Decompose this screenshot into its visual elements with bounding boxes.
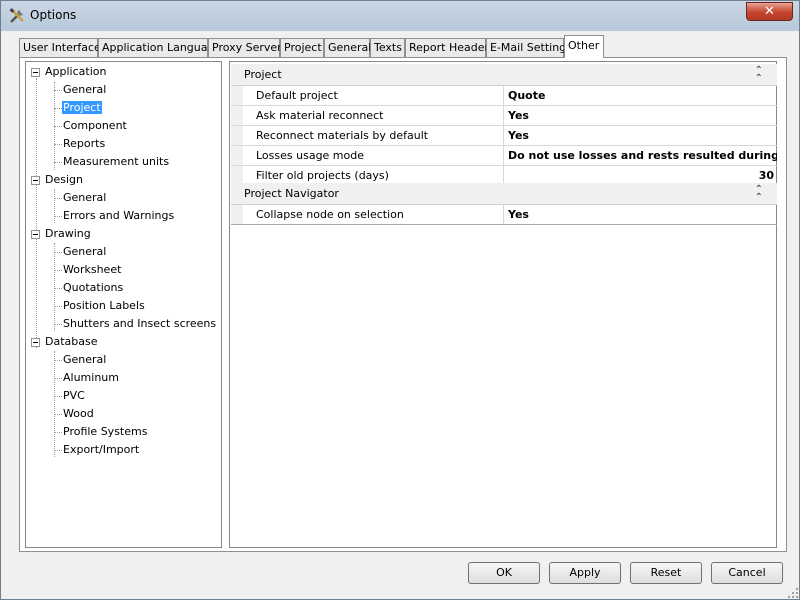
tools-icon <box>9 8 24 23</box>
tree-node-design[interactable]: Design <box>45 172 83 188</box>
property-name: Losses usage mode <box>256 149 365 162</box>
tree-node-application[interactable]: Application <box>45 64 106 80</box>
property-value[interactable]: Yes <box>503 106 777 125</box>
tree-node-database[interactable]: Database <box>45 334 98 350</box>
tree-node-database-wood[interactable]: Wood <box>63 406 94 422</box>
property-value[interactable]: Quote <box>503 86 777 105</box>
tree-node-database-profile-systems[interactable]: Profile Systems <box>63 424 147 440</box>
tree-node-application-reports[interactable]: Reports <box>63 136 105 152</box>
tree-node-database-pvc[interactable]: PVC <box>63 388 85 404</box>
property-row[interactable]: Reconnect materials by default Yes <box>231 126 777 146</box>
property-value[interactable]: Yes <box>503 205 777 224</box>
property-value[interactable]: Yes <box>503 126 777 145</box>
property-row[interactable]: Default project Quote <box>231 86 777 106</box>
resize-grip-icon[interactable] <box>787 587 799 599</box>
ok-button[interactable]: OK <box>468 562 540 584</box>
property-row[interactable]: Collapse node on selection Yes <box>231 205 777 225</box>
collapse-design-toggle[interactable] <box>31 176 40 185</box>
tree-node-drawing-position-labels[interactable]: Position Labels <box>63 298 145 314</box>
tree-node-database-export-import[interactable]: Export/Import <box>63 442 139 458</box>
tree-node-application-measurement-units[interactable]: Measurement units <box>63 154 169 170</box>
reset-button[interactable]: Reset <box>630 562 702 584</box>
grid-divider <box>231 224 777 225</box>
apply-button[interactable]: Apply <box>549 562 621 584</box>
category-label: Project Navigator <box>244 187 339 200</box>
tab-report-header[interactable]: Report Header <box>405 38 489 57</box>
property-row[interactable]: Losses usage mode Do not use losses and … <box>231 146 777 166</box>
tab-other[interactable]: Other <box>564 35 604 58</box>
collapse-application-toggle[interactable] <box>31 68 40 77</box>
category-project[interactable]: Project ⌃ ⌃ <box>231 64 777 86</box>
category-label: Project <box>244 68 282 81</box>
tree-node-database-aluminum[interactable]: Aluminum <box>63 370 119 386</box>
tree-node-drawing-quotations[interactable]: Quotations <box>63 280 123 296</box>
property-name: Collapse node on selection <box>256 208 404 221</box>
tab-application-language[interactable]: Application Language <box>98 38 221 57</box>
collapse-database-toggle[interactable] <box>31 338 40 347</box>
tree-node-drawing[interactable]: Drawing <box>45 226 91 242</box>
tree-node-application-general[interactable]: General <box>63 82 106 98</box>
tree-node-design-errors-warnings[interactable]: Errors and Warnings <box>63 208 174 224</box>
property-name: Default project <box>256 89 338 102</box>
property-grid: Project ⌃ ⌃ Default project Quote Ask mat… <box>229 61 777 548</box>
tree-node-application-project[interactable]: Project <box>62 100 102 116</box>
tab-email-settings[interactable]: E-Mail Settings <box>486 38 572 57</box>
tab-general[interactable]: General <box>324 38 371 57</box>
cancel-button[interactable]: Cancel <box>711 562 783 584</box>
tree-node-drawing-shutters[interactable]: Shutters and Insect screens <box>63 316 216 332</box>
options-tree[interactable]: Application General Project Component Re… <box>25 61 222 548</box>
tree-node-application-component[interactable]: Component <box>63 118 127 134</box>
tab-project[interactable]: Project <box>280 38 324 57</box>
options-window: Options ✕ User Interface Application Lan… <box>0 0 800 600</box>
property-name: Ask material reconnect <box>256 109 384 122</box>
collapse-icon[interactable]: ⌃ ⌃ <box>755 185 763 203</box>
tab-texts[interactable]: Texts <box>370 38 405 57</box>
tree-node-database-general[interactable]: General <box>63 352 106 368</box>
tab-proxy-server[interactable]: Proxy Server <box>208 38 282 57</box>
collapse-icon[interactable]: ⌃ ⌃ <box>755 66 763 84</box>
close-icon: ✕ <box>764 4 775 19</box>
property-row[interactable]: Ask material reconnect Yes <box>231 106 777 126</box>
property-value[interactable]: Do not use losses and rests resulted dur… <box>503 146 777 165</box>
tree-node-design-general[interactable]: General <box>63 190 106 206</box>
tree-node-drawing-general[interactable]: General <box>63 244 106 260</box>
property-name: Reconnect materials by default <box>256 129 429 142</box>
property-name: Filter old projects (days) <box>256 169 389 182</box>
tab-user-interface[interactable]: User Interface <box>19 38 101 57</box>
title-bar[interactable]: Options ✕ <box>1 1 799 31</box>
window-title: Options <box>30 8 77 22</box>
tree-node-drawing-worksheet[interactable]: Worksheet <box>63 262 121 278</box>
category-project-navigator[interactable]: Project Navigator ⌃ ⌃ <box>231 183 777 205</box>
close-button[interactable]: ✕ <box>746 2 793 21</box>
collapse-drawing-toggle[interactable] <box>31 230 40 239</box>
